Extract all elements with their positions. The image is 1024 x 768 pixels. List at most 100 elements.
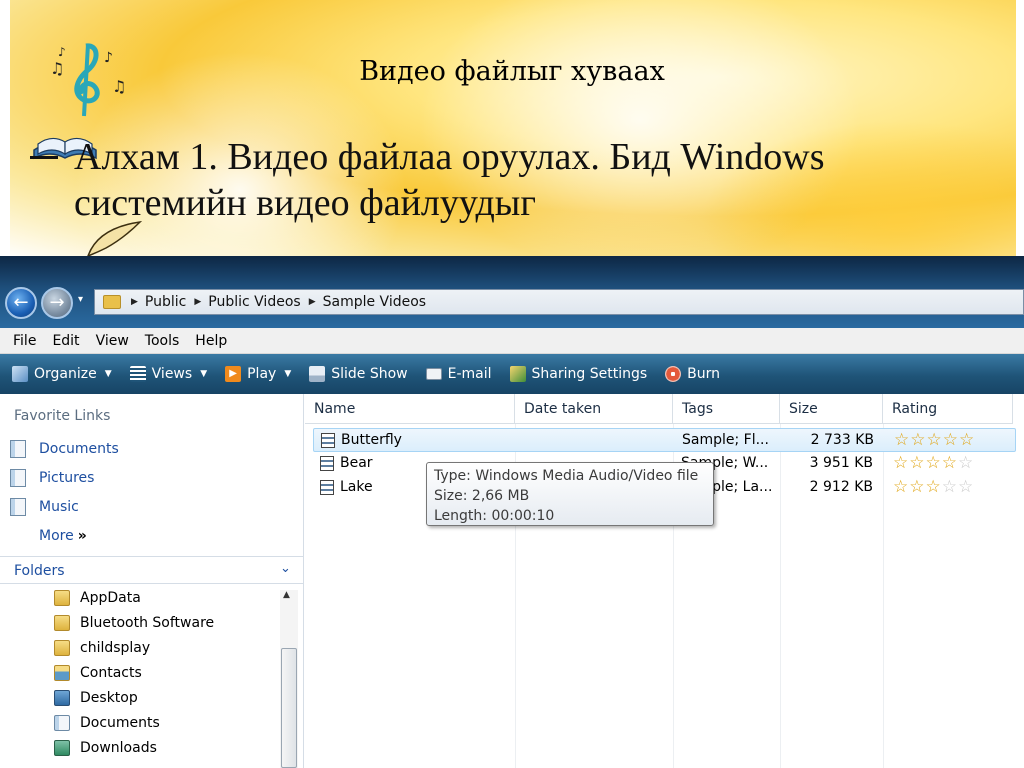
star-icon[interactable]: ☆: [959, 430, 975, 450]
chevron-down-icon: ▼: [200, 369, 208, 379]
star-icon[interactable]: ☆: [958, 477, 974, 497]
chevron-down-icon: ▼: [284, 369, 292, 379]
chevron-right-icon[interactable]: ▶: [131, 297, 138, 307]
video-file-icon: [321, 433, 335, 448]
menu-tools[interactable]: Tools: [145, 333, 180, 349]
folders-label: Folders: [14, 563, 65, 579]
star-icon[interactable]: ☆: [909, 477, 925, 497]
slide-show-button[interactable]: Slide Show: [309, 366, 408, 382]
file-tooltip: Type: Windows Media Audio/Video file Siz…: [426, 462, 714, 526]
favorite-documents[interactable]: Documents: [10, 440, 119, 458]
slide-background: ♫ ♪ ♫ ♪ Видео файлыг хуваах Алхам 1. Вид…: [0, 0, 1024, 256]
video-file-icon: [320, 480, 334, 495]
organize-label: Organize: [34, 366, 97, 382]
tree-label: childsplay: [80, 640, 151, 656]
more-label: More: [39, 528, 74, 544]
menu-file[interactable]: File: [13, 333, 36, 349]
more-links[interactable]: More»: [39, 528, 87, 544]
downloads-icon: [54, 740, 70, 756]
rating-stars[interactable]: ☆☆☆☆☆: [893, 453, 974, 473]
tree-item-childsplay[interactable]: childsplay: [54, 640, 150, 656]
organize-icon: [12, 366, 28, 382]
column-header-date-taken[interactable]: Date taken: [515, 394, 673, 424]
tree-label: Documents: [80, 715, 160, 731]
tree-item-appdata[interactable]: AppData: [54, 590, 141, 606]
desktop-icon: [54, 690, 70, 706]
file-tags: Sample; Fl...: [682, 432, 769, 448]
tree-item-desktop[interactable]: Desktop: [54, 690, 138, 706]
history-dropdown-icon[interactable]: ▾: [78, 294, 83, 305]
tree-item-downloads[interactable]: Downloads: [54, 740, 157, 756]
sharing-icon: [509, 366, 526, 382]
play-label: Play: [247, 366, 277, 382]
star-icon[interactable]: ☆: [943, 430, 959, 450]
organize-button[interactable]: Organize ▼: [12, 366, 112, 382]
address-bar-area: ← → ▾ ▶ Public ▶ Public Videos ▶ Sample …: [0, 256, 1024, 328]
folder-icon: [54, 640, 70, 656]
back-button[interactable]: ←: [5, 287, 37, 319]
breadcrumb-public-videos[interactable]: Public Videos: [208, 294, 300, 310]
sharing-settings-button[interactable]: Sharing Settings: [509, 366, 647, 382]
folders-header[interactable]: Folders ⌄: [0, 556, 304, 584]
favorite-pictures[interactable]: Pictures: [10, 469, 94, 487]
star-icon[interactable]: ☆: [910, 430, 926, 450]
favorite-label: Documents: [39, 441, 119, 457]
documents-icon: [10, 440, 26, 458]
command-toolbar: Organize ▼ Views ▼ ▶ Play ▼ Slide Show E…: [0, 354, 1024, 394]
menu-view[interactable]: View: [96, 333, 129, 349]
scroll-up-arrow-icon[interactable]: ▲: [283, 590, 290, 600]
play-button[interactable]: ▶ Play ▼: [225, 366, 291, 382]
file-size: 2 733 KB: [810, 432, 874, 448]
forward-button[interactable]: →: [41, 287, 73, 319]
folder-icon: [54, 590, 70, 606]
burn-icon: [665, 366, 682, 382]
tree-item-documents[interactable]: Documents: [54, 715, 160, 731]
tree-label: Bluetooth Software: [80, 615, 215, 631]
email-button[interactable]: E-mail: [425, 366, 492, 382]
chevron-down-icon[interactable]: ⌄: [280, 561, 291, 576]
file-size: 2 912 KB: [809, 479, 873, 495]
breadcrumb-sample-videos[interactable]: Sample Videos: [323, 294, 426, 310]
favorite-links-heading: Favorite Links: [14, 408, 111, 424]
file-row-butterfly[interactable]: Butterfly Sample; Fl... 2 733 KB ☆☆☆☆☆: [313, 428, 1016, 452]
burn-button[interactable]: Burn: [665, 366, 720, 382]
star-icon[interactable]: ☆: [894, 430, 910, 450]
menu-help[interactable]: Help: [195, 333, 227, 349]
column-header-rating[interactable]: Rating: [883, 394, 1013, 424]
rating-stars[interactable]: ☆☆☆☆☆: [893, 477, 974, 497]
star-icon[interactable]: ☆: [927, 430, 943, 450]
tree-item-bluetooth-software[interactable]: Bluetooth Software: [54, 615, 214, 631]
chevron-right-icon[interactable]: ▶: [309, 297, 316, 307]
favorite-label: Pictures: [39, 470, 95, 486]
tooltip-type: Type: Windows Media Audio/Video file: [434, 468, 699, 484]
documents-icon: [54, 715, 70, 731]
folder-icon: [103, 295, 121, 309]
file-list-pane: Name Date taken Tags Size Rating Butterf…: [305, 394, 1024, 768]
tree-label: AppData: [80, 590, 141, 606]
column-header-name[interactable]: Name: [305, 394, 515, 424]
favorite-music[interactable]: Music: [10, 498, 79, 516]
address-field[interactable]: ▶ Public ▶ Public Videos ▶ Sample Videos: [94, 289, 1024, 315]
star-icon[interactable]: ☆: [926, 453, 942, 473]
menu-edit[interactable]: Edit: [52, 333, 79, 349]
chevron-right-icon[interactable]: ▶: [194, 297, 201, 307]
column-header-size[interactable]: Size: [780, 394, 883, 424]
rating-stars[interactable]: ☆☆☆☆☆: [894, 430, 975, 450]
star-icon[interactable]: ☆: [958, 453, 974, 473]
column-header-tags[interactable]: Tags: [673, 394, 780, 424]
star-icon[interactable]: ☆: [942, 477, 958, 497]
tree-item-contacts[interactable]: Contacts: [54, 665, 142, 681]
pictures-icon: [10, 469, 26, 487]
favorite-label: Music: [39, 499, 79, 515]
star-icon[interactable]: ☆: [909, 453, 925, 473]
star-icon[interactable]: ☆: [893, 453, 909, 473]
star-icon[interactable]: ☆: [893, 477, 909, 497]
star-icon[interactable]: ☆: [926, 477, 942, 497]
slide-body-text: Алхам 1. Видео файлаа оруулах. Бид Windo…: [74, 136, 825, 224]
breadcrumb-public[interactable]: Public: [145, 294, 186, 310]
views-button[interactable]: Views ▼: [129, 366, 208, 382]
tree-label: Downloads: [80, 740, 157, 756]
scrollbar-thumb[interactable]: [281, 648, 297, 768]
navigation-pane: Favorite Links Documents Pictures Music …: [0, 394, 304, 768]
star-icon[interactable]: ☆: [942, 453, 958, 473]
